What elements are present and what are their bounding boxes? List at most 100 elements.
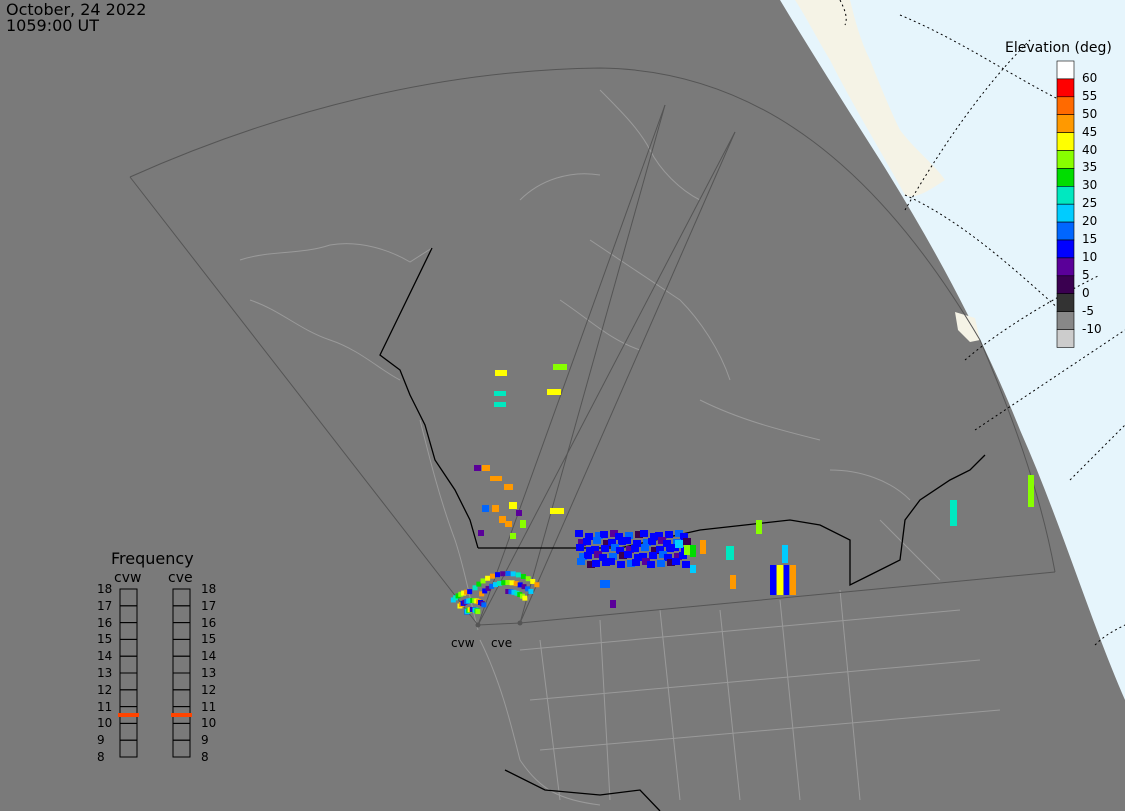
echo-cell bbox=[494, 391, 506, 396]
echo-cell bbox=[647, 561, 655, 568]
frequency-box bbox=[172, 638, 191, 657]
frequency-marker bbox=[171, 713, 192, 717]
echo-cell bbox=[600, 531, 608, 538]
frequency-tick: 14 bbox=[97, 649, 113, 664]
echo-cell bbox=[690, 545, 696, 557]
site-label-cvw: cvw bbox=[451, 636, 475, 650]
frequency-tick: 8 bbox=[97, 750, 105, 764]
frequency-box bbox=[119, 672, 138, 691]
frequency-box bbox=[172, 739, 191, 758]
echo-cell bbox=[631, 545, 639, 552]
echo-cell bbox=[672, 558, 680, 565]
colorbar-swatch bbox=[1056, 60, 1075, 80]
echo-cell bbox=[632, 559, 640, 566]
echo-cell bbox=[593, 537, 601, 544]
colorbar-swatch bbox=[1056, 311, 1075, 330]
colorbar-swatch bbox=[1056, 239, 1075, 259]
echo-cell bbox=[489, 573, 495, 579]
echo-cell bbox=[600, 580, 610, 588]
frequency-box bbox=[119, 722, 138, 741]
frequency-box bbox=[119, 739, 138, 758]
echo-cell bbox=[553, 364, 567, 370]
frequency-indicator bbox=[118, 588, 192, 758]
echo-cell bbox=[499, 516, 506, 523]
echo-cell bbox=[550, 508, 564, 514]
echo-cell bbox=[777, 565, 783, 595]
echo-cell bbox=[515, 572, 521, 578]
frequency-tick: 9 bbox=[97, 733, 105, 748]
echo-cell bbox=[494, 402, 506, 407]
frequency-tick: 12 bbox=[201, 682, 217, 697]
frequency-box bbox=[119, 588, 138, 607]
echo-cell bbox=[520, 520, 526, 528]
echo-cell bbox=[601, 545, 609, 552]
frequency-tick: 17 bbox=[97, 598, 113, 613]
map-canvas bbox=[118, 0, 1125, 811]
echo-cell bbox=[690, 565, 696, 573]
frequency-box bbox=[172, 588, 191, 607]
colorbar-swatch bbox=[1056, 221, 1075, 241]
echo-cell bbox=[575, 530, 583, 537]
echo-cell bbox=[641, 544, 649, 551]
colorbar-label: 15 bbox=[1082, 232, 1098, 246]
colorbar-label: 50 bbox=[1082, 106, 1098, 121]
echo-cell bbox=[648, 538, 656, 545]
frequency-box bbox=[172, 722, 191, 741]
echo-cell bbox=[500, 571, 506, 577]
colorbar-label: 40 bbox=[1082, 142, 1098, 157]
echo-cell bbox=[474, 465, 481, 471]
echo-cell bbox=[577, 558, 585, 565]
frequency-tick: 11 bbox=[97, 699, 113, 714]
echo-cell bbox=[784, 565, 789, 595]
echo-cell bbox=[682, 561, 690, 568]
echo-cell bbox=[1028, 475, 1034, 507]
colorbar-swatch bbox=[1056, 168, 1075, 187]
echo-cell bbox=[730, 575, 736, 589]
frequency-tick: 9 bbox=[201, 733, 209, 748]
colorbar-label: 60 bbox=[1082, 70, 1098, 85]
echo-cell bbox=[485, 575, 491, 581]
frequency-box bbox=[119, 638, 138, 657]
colorbar-label: -10 bbox=[1082, 321, 1102, 336]
frequency-box bbox=[172, 605, 191, 624]
echo-cell bbox=[522, 595, 528, 601]
frequency-tick: 16 bbox=[97, 615, 113, 630]
elevation-colorbar bbox=[1056, 60, 1075, 348]
echo-cell bbox=[770, 565, 776, 595]
echo-cell bbox=[475, 609, 481, 615]
echo-cell bbox=[510, 571, 516, 577]
radar-echoes bbox=[450, 364, 1034, 615]
coastlines bbox=[239, 89, 1001, 806]
frequency-tick: 12 bbox=[97, 682, 113, 697]
colorbar-label: 25 bbox=[1082, 196, 1098, 211]
frequency-radar-cve: cve bbox=[168, 570, 193, 586]
time-label: 1059:00 UT bbox=[6, 16, 100, 35]
frequency-box bbox=[172, 622, 191, 640]
frequency-box bbox=[119, 605, 138, 624]
echo-cell bbox=[509, 502, 517, 509]
colorbar-label: 45 bbox=[1082, 124, 1098, 139]
echo-cell bbox=[505, 521, 512, 527]
echo-cell bbox=[495, 370, 507, 376]
echo-cell bbox=[684, 545, 690, 555]
frequency-tick: 16 bbox=[201, 615, 217, 630]
echo-cell bbox=[534, 582, 540, 588]
echo-cell bbox=[756, 520, 762, 534]
echo-cell bbox=[607, 558, 615, 565]
echo-cell bbox=[576, 544, 584, 551]
echo-cell bbox=[525, 576, 531, 582]
echo-cell bbox=[490, 476, 502, 481]
echo-cell bbox=[583, 538, 591, 545]
frequency-box bbox=[172, 689, 191, 708]
frequency-tick: 10 bbox=[201, 716, 217, 731]
colorbar-swatch bbox=[1056, 329, 1075, 348]
colorbar-swatch bbox=[1056, 150, 1075, 169]
site-cve-dot bbox=[517, 620, 523, 626]
colorbar-swatch bbox=[1056, 114, 1075, 133]
echo-cell bbox=[516, 510, 522, 516]
colorbar-label: 30 bbox=[1082, 178, 1098, 193]
echo-cell bbox=[790, 565, 796, 595]
borders bbox=[379, 247, 986, 811]
echo-cell bbox=[592, 560, 600, 567]
frequency-box bbox=[119, 622, 138, 640]
